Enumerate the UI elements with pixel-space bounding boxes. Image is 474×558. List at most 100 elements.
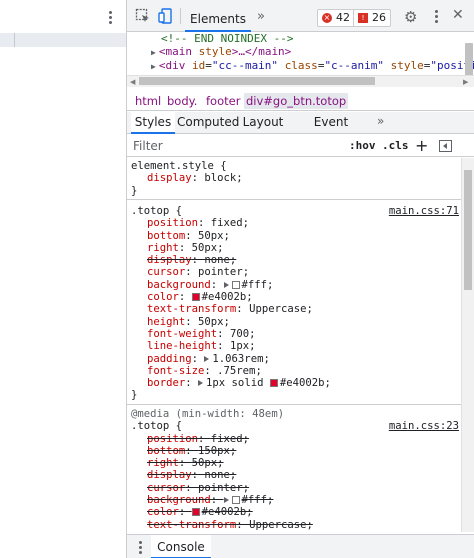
styles-scroll-thumb[interactable] <box>464 170 472 290</box>
breadcrumb: html body. footer div#go_btn.totop <box>127 89 474 111</box>
selector-text: element.style { <box>131 160 227 172</box>
rule-selector[interactable]: .totop { main.css:23 <box>131 420 461 432</box>
devtools-menu-icon[interactable] <box>432 10 440 24</box>
property-value: #e4002b; <box>201 506 253 519</box>
property-value: fixed; <box>210 432 250 445</box>
more-tabs-button[interactable]: » <box>257 9 265 24</box>
css-declaration[interactable]: bottom: 50px; <box>131 230 461 242</box>
tab-computed[interactable]: Computed <box>177 112 239 134</box>
color-swatch-white[interactable] <box>231 280 240 289</box>
property-name: cursor <box>147 266 186 279</box>
dom-tag-rest: >…</main> <box>231 45 292 58</box>
issue-icon: ! <box>358 13 368 23</box>
breadcrumb-footer[interactable]: footer <box>204 93 242 109</box>
css-declaration[interactable]: display: block; <box>131 172 461 184</box>
tab-layout[interactable]: Layout <box>241 112 285 134</box>
breadcrumb-selected-div[interactable]: div#go_btn.totop <box>244 93 349 109</box>
more-subtabs-button[interactable]: » <box>377 114 384 128</box>
expand-triangle-icon[interactable]: ▶ <box>151 48 156 57</box>
css-declaration-overridden[interactable]: bottom: 150px; <box>131 445 461 457</box>
scroll-right-icon[interactable]: ▶ <box>463 78 468 86</box>
media-query: @media (min-width: 48em) <box>131 408 461 420</box>
scroll-left-icon[interactable]: ◀ <box>130 78 135 86</box>
css-declaration[interactable]: font-weight: 700; <box>131 328 461 340</box>
inspect-element-icon[interactable] <box>135 8 151 24</box>
css-declaration[interactable]: border: 1px solid #e4002b; <box>131 377 461 389</box>
property-value: 1.063rem; <box>212 352 270 365</box>
dom-main-line[interactable]: ▶ <main style>…</main> <box>151 45 291 60</box>
property-value: 1px; <box>229 340 256 353</box>
styles-pane: element.style { display: block; } .totop… <box>127 158 474 532</box>
color-swatch-red[interactable] <box>191 508 200 517</box>
row-divider <box>14 33 15 47</box>
hover-state-button[interactable]: :hov <box>349 139 376 152</box>
tab-event-listeners[interactable]: Event Listeners <box>291 112 371 150</box>
dom-horizontal-scroll-thumb[interactable] <box>139 77 375 85</box>
dom-attr-value: "c--anim" <box>324 59 385 72</box>
css-declaration-overridden[interactable]: right: 50px; <box>131 457 461 469</box>
rule-close: } <box>131 389 461 401</box>
property-value: fixed; <box>210 217 250 230</box>
rule-selector[interactable]: element.style { <box>131 160 461 172</box>
toggle-sidebar-icon[interactable] <box>439 140 452 152</box>
page-menu-icon[interactable] <box>104 10 116 26</box>
property-name: font-size <box>147 364 205 377</box>
css-declaration[interactable]: cursor: pointer; <box>131 266 461 278</box>
color-swatch-red[interactable] <box>191 293 200 302</box>
css-declaration[interactable]: background: #fff; <box>131 279 461 291</box>
source-link[interactable]: main.css:23 <box>389 420 459 432</box>
device-toolbar-icon[interactable] <box>158 8 174 24</box>
drawer-menu-icon[interactable] <box>137 541 143 555</box>
property-name: cursor <box>147 481 186 494</box>
new-rule-plus-icon[interactable]: + <box>415 136 428 155</box>
expand-triangle-icon[interactable]: ▶ <box>151 62 156 71</box>
css-declaration[interactable]: position: fixed; <box>131 217 461 229</box>
property-name: display <box>147 254 192 267</box>
property-value: Uppercase; <box>249 303 313 316</box>
color-swatch-red[interactable] <box>269 379 278 388</box>
breadcrumb-body[interactable]: body. <box>165 93 199 109</box>
expand-shorthand-icon[interactable] <box>198 380 204 387</box>
element-style-rule: element.style { display: block; } <box>127 160 461 200</box>
breadcrumb-html[interactable]: html <box>133 93 163 109</box>
expand-shorthand-icon[interactable] <box>204 355 210 362</box>
expand-shorthand-icon[interactable] <box>223 497 229 504</box>
property-value: 50px; <box>191 241 224 254</box>
color-swatch-white[interactable] <box>231 496 240 505</box>
css-declaration-overridden[interactable]: display: none; <box>131 469 461 481</box>
css-declaration[interactable]: right: 50px; <box>131 242 461 254</box>
property-name: display <box>147 469 192 482</box>
expand-shorthand-icon[interactable] <box>223 281 229 288</box>
rule-selector[interactable]: .totop { main.css:71 <box>131 205 461 217</box>
property-name: color <box>147 506 179 519</box>
css-declaration[interactable]: line-height: 1px; <box>131 340 461 352</box>
property-value: #e4002b; <box>201 291 253 304</box>
settings-gear-icon[interactable]: ⚙ <box>404 10 417 25</box>
dom-div-line[interactable]: ▶ <div id="cc--main" class="c--anim" styl… <box>151 59 474 74</box>
error-count-badge[interactable]: × 42 <box>317 9 355 27</box>
issue-count-badge[interactable]: ! 26 <box>353 9 391 27</box>
css-declaration-overridden[interactable]: background: #fff; <box>131 494 461 506</box>
css-declaration[interactable]: padding: 1.063rem; <box>131 353 461 365</box>
css-declaration-overridden[interactable]: cursor: pointer; <box>131 482 461 494</box>
css-declaration[interactable]: text-transform: Uppercase; <box>131 303 461 315</box>
tab-styles[interactable]: Styles <box>131 112 175 134</box>
tab-console[interactable]: Console <box>151 535 211 558</box>
property-name: color <box>147 291 179 304</box>
css-declaration-overridden[interactable]: text-transform: Uppercase; <box>131 519 461 531</box>
property-value: #fff; <box>241 278 274 291</box>
dom-vertical-scrollbar[interactable] <box>465 43 473 79</box>
css-declaration-overridden[interactable]: position: fixed; <box>131 433 461 445</box>
class-toggle-button[interactable]: .cls <box>382 139 409 152</box>
property-name: background <box>147 278 211 291</box>
filter-input[interactable] <box>133 138 323 154</box>
property-value: none; <box>204 469 237 482</box>
source-link[interactable]: main.css:71 <box>389 205 459 217</box>
close-devtools-icon[interactable]: ✕ <box>452 7 464 23</box>
tab-elements[interactable]: Elements <box>185 0 251 32</box>
css-declaration[interactable]: font-size: .75rem; <box>131 365 461 377</box>
css-declaration[interactable]: color: #e4002b; <box>131 291 461 303</box>
css-declaration-overridden[interactable]: color: #e4002b; <box>131 506 461 518</box>
css-declaration-overridden[interactable]: display: none; <box>131 254 461 266</box>
css-declaration[interactable]: height: 50px; <box>131 316 461 328</box>
